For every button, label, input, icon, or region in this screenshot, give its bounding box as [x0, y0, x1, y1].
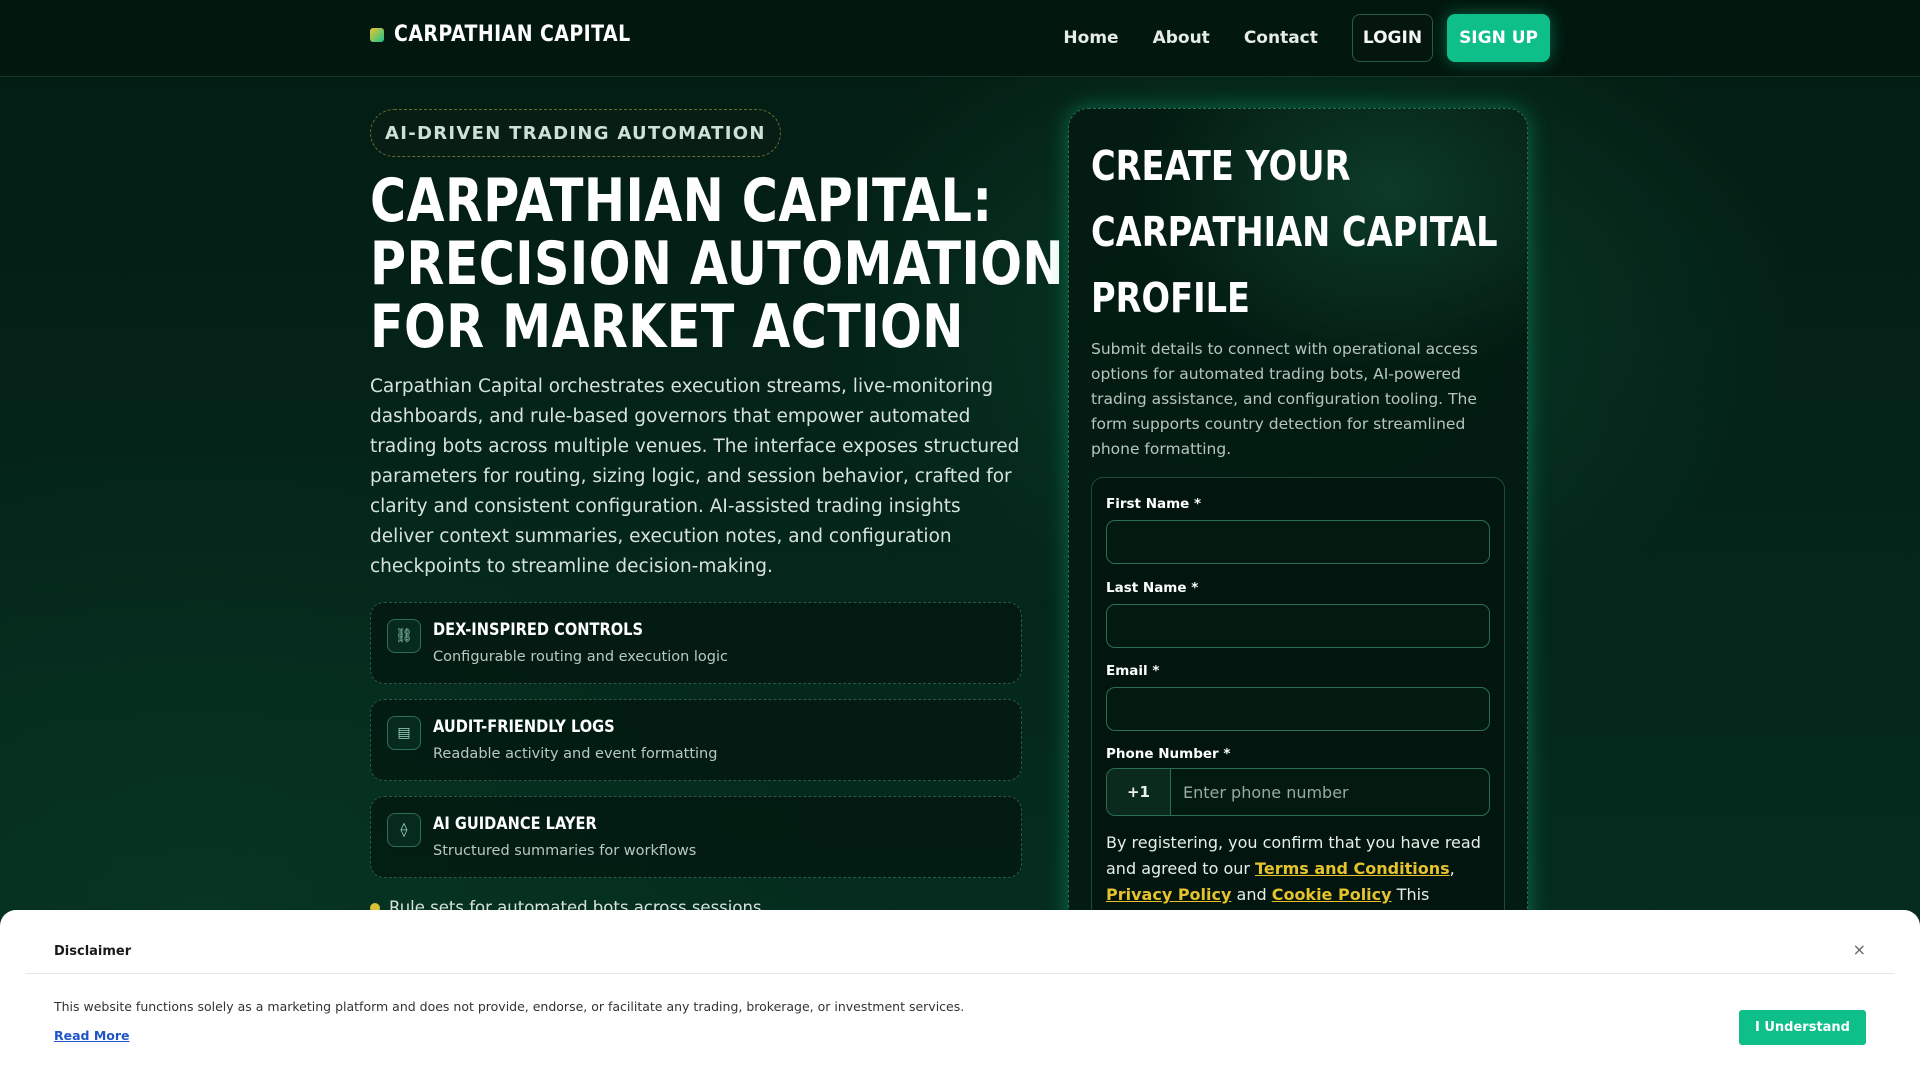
- signup-card: CREATE YOUR CARPATHIAN CAPITAL PROFILE S…: [1068, 108, 1528, 1008]
- consent-suffix: This: [1391, 885, 1430, 904]
- terms-link[interactable]: Terms and Conditions: [1255, 859, 1450, 878]
- card-description: Submit details to connect with operation…: [1091, 340, 1478, 458]
- email-label: Email *: [1106, 663, 1160, 679]
- nav-home[interactable]: Home: [1063, 28, 1118, 48]
- feature-subtitle: Readable activity and event formatting: [433, 746, 718, 762]
- first-name-field[interactable]: [1106, 520, 1490, 564]
- email-field[interactable]: [1106, 687, 1490, 731]
- hero-tag-pill: AI-DRIVEN TRADING AUTOMATION: [370, 109, 781, 157]
- disclaimer-title: Disclaimer: [54, 944, 132, 959]
- logo-mark-icon: [370, 27, 384, 42]
- first-name-label: First Name *: [1106, 496, 1202, 512]
- cookie-link[interactable]: Cookie Policy: [1272, 885, 1392, 904]
- card-title-line: PROFILE: [1091, 274, 1250, 322]
- consent-and: and: [1231, 885, 1272, 904]
- site-header: CARPATHIAN CAPITAL Home About Contact LO…: [0, 0, 1920, 77]
- understand-button[interactable]: I Understand: [1739, 1010, 1866, 1045]
- link-icon: ⛓: [387, 619, 421, 653]
- card-title: CREATE YOUR CARPATHIAN CAPITAL PROFILE: [1091, 133, 1511, 331]
- feature-card-audit-logs: ▤ AUDIT-FRIENDLY LOGS Readable activity …: [370, 699, 1022, 781]
- privacy-link[interactable]: Privacy Policy: [1106, 885, 1231, 904]
- feature-card-dex-controls: ⛓ DEX-INSPIRED CONTROLS Configurable rou…: [370, 602, 1022, 684]
- hero-title-line: PRECISION AUTOMATION: [370, 229, 1065, 299]
- feature-subtitle: Configurable routing and execution logic: [433, 649, 729, 665]
- disclaimer-banner: Disclaimer × This website functions sole…: [0, 910, 1920, 1080]
- country-code-selector[interactable]: +1: [1107, 769, 1171, 815]
- hero-description: Carpathian Capital orchestrates executio…: [370, 376, 1020, 577]
- feature-subtitle: Structured summaries for workflows: [433, 843, 697, 859]
- disclaimer-text: This website functions solely as a marke…: [54, 999, 965, 1014]
- brand-name: CARPATHIAN CAPITAL: [394, 22, 631, 47]
- last-name-field[interactable]: [1106, 604, 1490, 648]
- login-button[interactable]: LOGIN: [1351, 14, 1434, 62]
- brand-logo[interactable]: CARPATHIAN CAPITAL: [370, 22, 669, 47]
- phone-input[interactable]: [1171, 769, 1489, 815]
- consent-text: By registering, you confirm that you hav…: [1106, 830, 1496, 908]
- signup-button[interactable]: SIGN UP: [1447, 14, 1550, 62]
- hero-title-line: CARPATHIAN CAPITAL:: [370, 166, 993, 236]
- hero-title-line: FOR MARKET ACTION: [370, 292, 964, 362]
- last-name-label: Last Name *: [1106, 580, 1199, 596]
- feature-title: DEX-INSPIRED CONTROLS: [433, 620, 644, 640]
- read-more-link[interactable]: Read More: [54, 1028, 130, 1043]
- disclaimer-divider: [25, 973, 1895, 974]
- hero-title: CARPATHIAN CAPITAL: PRECISION AUTOMATION…: [370, 166, 1065, 362]
- card-title-line: CREATE YOUR: [1091, 142, 1351, 190]
- card-title-line: CARPATHIAN CAPITAL: [1091, 208, 1498, 256]
- feature-card-ai-guidance: ⟠ AI GUIDANCE LAYER Structured summaries…: [370, 796, 1022, 878]
- feature-title: AUDIT-FRIENDLY LOGS: [433, 717, 615, 737]
- consent-comma: ,: [1449, 859, 1455, 878]
- feature-title: AI GUIDANCE LAYER: [433, 814, 597, 834]
- nav-about[interactable]: About: [1153, 28, 1210, 48]
- close-icon[interactable]: ×: [1853, 940, 1866, 959]
- diamond-icon: ⟠: [387, 813, 421, 847]
- phone-field-group: +1: [1106, 768, 1490, 816]
- nav-contact[interactable]: Contact: [1244, 28, 1318, 48]
- list-icon: ▤: [387, 716, 421, 750]
- main-nav: Home About Contact LOGIN SIGN UP: [1063, 14, 1550, 62]
- phone-label: Phone Number *: [1106, 746, 1231, 762]
